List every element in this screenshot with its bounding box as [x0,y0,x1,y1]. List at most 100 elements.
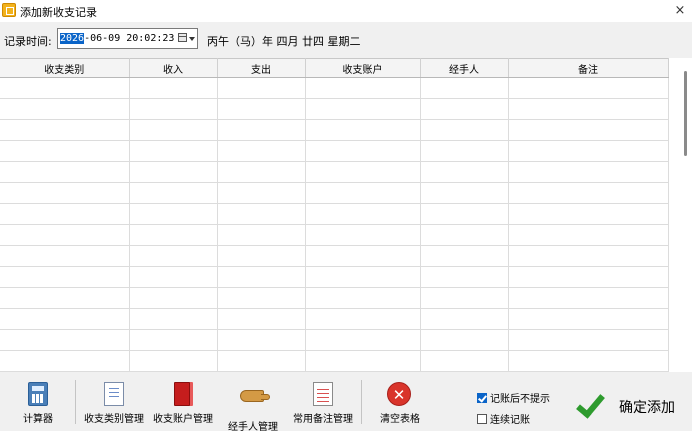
table-cell[interactable] [129,119,218,141]
table-row[interactable] [0,224,669,246]
handler-management-button[interactable]: 经手人管理 [224,382,282,431]
table-cell[interactable] [217,119,306,141]
table-cell[interactable] [0,77,130,99]
table-cell[interactable] [508,119,669,141]
table-cell[interactable] [0,245,130,267]
table-cell[interactable] [508,308,669,330]
table-cell[interactable] [129,329,218,351]
table-cell[interactable] [129,266,218,288]
table-cell[interactable] [305,77,421,99]
table-cell[interactable] [305,161,421,183]
table-cell[interactable] [217,161,306,183]
table-cell[interactable] [305,350,421,372]
table-cell[interactable] [508,329,669,351]
table-cell[interactable] [508,77,669,99]
account-management-button[interactable]: 收支账户管理 [150,382,216,425]
table-cell[interactable] [129,182,218,204]
table-cell[interactable] [217,224,306,246]
table-cell[interactable] [217,308,306,330]
table-cell[interactable] [129,203,218,225]
year-segment[interactable]: 2026 [60,33,85,44]
table-cell[interactable] [217,287,306,309]
no-prompt-check-icon[interactable] [477,392,487,403]
continuous-check-icon[interactable] [477,413,487,424]
table-cell[interactable] [420,245,509,267]
table-cell[interactable] [0,308,130,330]
table-cell[interactable] [217,350,306,372]
table-cell[interactable] [217,140,306,162]
table-cell[interactable] [508,98,669,120]
table-cell[interactable] [217,77,306,99]
table-cell[interactable] [508,140,669,162]
table-cell[interactable] [305,140,421,162]
table-cell[interactable] [420,77,509,99]
table-row[interactable] [0,266,669,288]
table-cell[interactable] [508,224,669,246]
table-row[interactable] [0,119,669,141]
column-header-category[interactable]: 收支类别 [0,58,130,78]
table-cell[interactable] [0,203,130,225]
table-cell[interactable] [217,266,306,288]
table-cell[interactable] [420,182,509,204]
table-cell[interactable] [129,161,218,183]
table-cell[interactable] [129,140,218,162]
table-cell[interactable] [0,224,130,246]
column-header-remark[interactable]: 备注 [508,58,669,78]
table-cell[interactable] [129,77,218,99]
table-row[interactable] [0,203,669,225]
table-cell[interactable] [420,287,509,309]
datetime-rest[interactable]: -06-09 20:02:23 [84,33,174,44]
table-cell[interactable] [305,245,421,267]
table-row[interactable] [0,140,669,162]
table-cell[interactable] [0,98,130,120]
close-icon[interactable]: × [668,0,692,22]
table-cell[interactable] [0,329,130,351]
table-cell[interactable] [305,182,421,204]
table-cell[interactable] [0,182,130,204]
table-cell[interactable] [305,266,421,288]
table-cell[interactable] [217,182,306,204]
table-cell[interactable] [420,98,509,120]
table-row[interactable] [0,77,669,99]
table-cell[interactable] [508,182,669,204]
column-header-income[interactable]: 收入 [129,58,218,78]
table-cell[interactable] [420,329,509,351]
vertical-scrollbar[interactable] [680,58,692,372]
no-prompt-checkbox[interactable]: 记账后不提示 [477,390,550,405]
table-row[interactable] [0,161,669,183]
table-cell[interactable] [420,161,509,183]
table-cell[interactable] [508,245,669,267]
table-cell[interactable] [420,203,509,225]
table-cell[interactable] [129,350,218,372]
clear-table-button[interactable]: ✕ 清空表格 [375,382,425,425]
table-cell[interactable] [305,329,421,351]
record-time-picker[interactable]: 2026-06-09 20:02:23 [57,28,198,49]
calendar-dropdown-icon[interactable] [177,31,195,46]
table-row[interactable] [0,98,669,120]
table-cell[interactable] [420,140,509,162]
table-cell[interactable] [305,98,421,120]
table-cell[interactable] [420,350,509,372]
table-row[interactable] [0,182,669,204]
column-header-expense[interactable]: 支出 [217,58,306,78]
table-cell[interactable] [217,329,306,351]
category-management-button[interactable]: 收支类别管理 [81,382,147,425]
table-cell[interactable] [508,287,669,309]
table-cell[interactable] [0,119,130,141]
table-cell[interactable] [0,287,130,309]
table-cell[interactable] [508,350,669,372]
table-cell[interactable] [420,308,509,330]
table-cell[interactable] [305,203,421,225]
table-row[interactable] [0,350,669,372]
continuous-checkbox[interactable]: 连续记账 [477,411,530,426]
table-cell[interactable] [217,245,306,267]
column-header-account[interactable]: 收支账户 [305,58,421,78]
scrollbar-thumb[interactable] [684,71,687,156]
table-cell[interactable] [420,266,509,288]
table-cell[interactable] [0,161,130,183]
table-cell[interactable] [129,308,218,330]
table-cell[interactable] [508,266,669,288]
table-cell[interactable] [217,98,306,120]
table-row[interactable] [0,329,669,351]
table-cell[interactable] [420,224,509,246]
